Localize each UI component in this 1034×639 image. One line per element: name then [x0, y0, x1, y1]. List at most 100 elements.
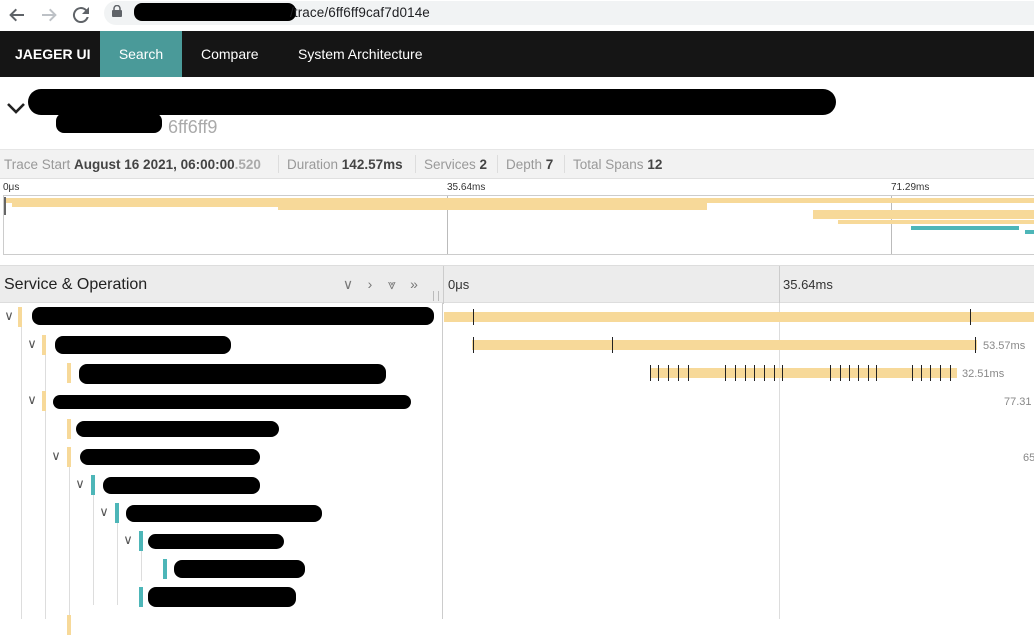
minimap-span — [813, 210, 1034, 219]
chevron-down-icon[interactable]: ∨ — [25, 337, 39, 351]
redacted-region — [134, 3, 296, 21]
span-duration: 53.57ms — [983, 340, 1026, 352]
nav-compare[interactable]: Compare — [201, 31, 259, 77]
log-marker — [764, 365, 765, 381]
trace-meta-bar: Trace Start August 16 2021, 06:00:00.520… — [0, 150, 1034, 179]
collapse-chevron-icon[interactable] — [6, 101, 26, 117]
trace-services: Services 2 — [424, 157, 488, 172]
log-marker — [782, 365, 783, 381]
service-color-swatch — [67, 615, 71, 635]
trace-title-header: 6ff6ff9 — [0, 77, 1034, 150]
service-operation-header: Service & Operation — [4, 276, 148, 293]
log-marker — [725, 365, 726, 381]
chevron-down-icon[interactable]: ∨ — [25, 393, 39, 407]
timeline-row[interactable]: 77.31 — [444, 387, 1034, 415]
chevron-down-icon[interactable]: ∨ — [97, 505, 111, 519]
timeline-tick: 0μs — [448, 277, 470, 292]
url-text: /trace/6ff6ff9caf7d014e — [290, 5, 430, 20]
timeline-pane: 53.57ms 32.51ms 77.31 65 — [444, 303, 1034, 619]
log-marker — [868, 365, 869, 381]
service-color-swatch — [139, 587, 143, 607]
service-color-swatch — [42, 391, 46, 411]
log-marker — [668, 365, 669, 381]
log-marker — [940, 365, 941, 381]
nav-search[interactable]: Search — [100, 31, 182, 77]
minimap-tick: 35.64ms — [447, 182, 486, 193]
minimap-tick: 0μs — [3, 182, 20, 193]
log-marker — [745, 365, 746, 381]
log-marker — [688, 365, 689, 381]
service-color-swatch — [67, 363, 71, 383]
redacted-span-name — [80, 449, 260, 465]
meta-divider — [278, 155, 279, 173]
span-bar[interactable] — [444, 309, 1034, 325]
redacted-title-part — [56, 113, 162, 133]
chevron-down-icon[interactable]: ∨ — [2, 309, 16, 323]
redacted-span-name — [148, 587, 296, 607]
log-marker — [830, 365, 831, 381]
chevron-right-icon[interactable]: › — [362, 276, 378, 292]
log-marker — [849, 365, 850, 381]
header-divider — [443, 266, 444, 304]
minimap-handle[interactable] — [4, 197, 6, 215]
lock-icon — [112, 5, 122, 17]
log-marker — [921, 365, 922, 381]
trace-id-suffix: 6ff6ff9 — [168, 117, 218, 137]
arrow-right-icon[interactable] — [37, 3, 61, 27]
minimap-canvas[interactable] — [3, 195, 1034, 255]
redacted-span-name — [55, 336, 231, 354]
service-color-swatch — [67, 447, 71, 467]
redacted-span-name — [76, 421, 279, 437]
timeline-row[interactable]: 65 — [444, 443, 1034, 471]
trace-depth: Depth 7 — [506, 157, 554, 172]
redacted-span-name — [53, 395, 411, 409]
minimap-span — [278, 202, 707, 210]
double-chevron-right-icon[interactable]: » — [406, 276, 422, 292]
arrow-left-icon[interactable] — [5, 3, 29, 27]
log-marker — [950, 365, 951, 381]
service-color-swatch — [42, 335, 46, 355]
meta-divider — [497, 155, 498, 173]
trace-total-spans: Total Spans 12 — [573, 157, 663, 172]
log-marker — [754, 365, 755, 381]
chevron-down-icon[interactable]: ∨ — [49, 449, 63, 463]
chevron-down-icon[interactable]: ∨ — [121, 533, 135, 547]
log-marker — [930, 365, 931, 381]
timeline-row[interactable] — [444, 303, 1034, 331]
timeline-row[interactable]: 53.57ms — [444, 331, 1034, 359]
timeline-row[interactable]: 32.51ms — [444, 359, 1034, 387]
service-color-swatch — [18, 307, 22, 327]
redacted-span-name — [32, 307, 434, 325]
nav-system-architecture[interactable]: System Architecture — [298, 31, 423, 77]
redacted-span-name — [79, 364, 386, 384]
log-marker — [912, 365, 913, 381]
redacted-title — [28, 89, 836, 115]
minimap-span — [911, 226, 1019, 230]
top-navigation: JAEGER UI Search Compare System Architec… — [0, 31, 1034, 77]
redacted-span-name — [174, 560, 305, 578]
log-marker — [735, 365, 736, 381]
minimap-span — [838, 220, 1034, 224]
minimap-span — [12, 202, 278, 207]
service-color-swatch — [67, 419, 71, 439]
chevron-down-icon[interactable]: ∨ — [73, 477, 87, 491]
span-duration: 65 — [1023, 452, 1034, 464]
reload-icon[interactable] — [69, 3, 93, 27]
column-resizer[interactable] — [433, 291, 439, 301]
log-marker — [612, 337, 613, 353]
minimap-tick: 71.29ms — [891, 182, 930, 193]
span-bar[interactable] — [472, 337, 977, 353]
redacted-span-name — [103, 477, 260, 494]
trace-minimap[interactable]: 0μs 35.64ms 71.29ms — [0, 179, 1034, 259]
span-tree-pane: ∨ ∨ ∨ ∨ ∨ ∨ ∨ — [0, 303, 443, 635]
log-marker — [678, 365, 679, 381]
span-bar[interactable] — [650, 365, 957, 381]
meta-divider — [415, 155, 416, 173]
brand-logo[interactable]: JAEGER UI — [15, 46, 90, 62]
log-marker — [650, 365, 651, 381]
minimap-span — [1025, 230, 1034, 234]
log-marker — [473, 337, 474, 353]
log-marker — [774, 365, 775, 381]
chevron-down-icon[interactable]: ∨ — [340, 276, 356, 292]
double-chevron-down-icon[interactable]: ⩔ — [384, 276, 400, 292]
